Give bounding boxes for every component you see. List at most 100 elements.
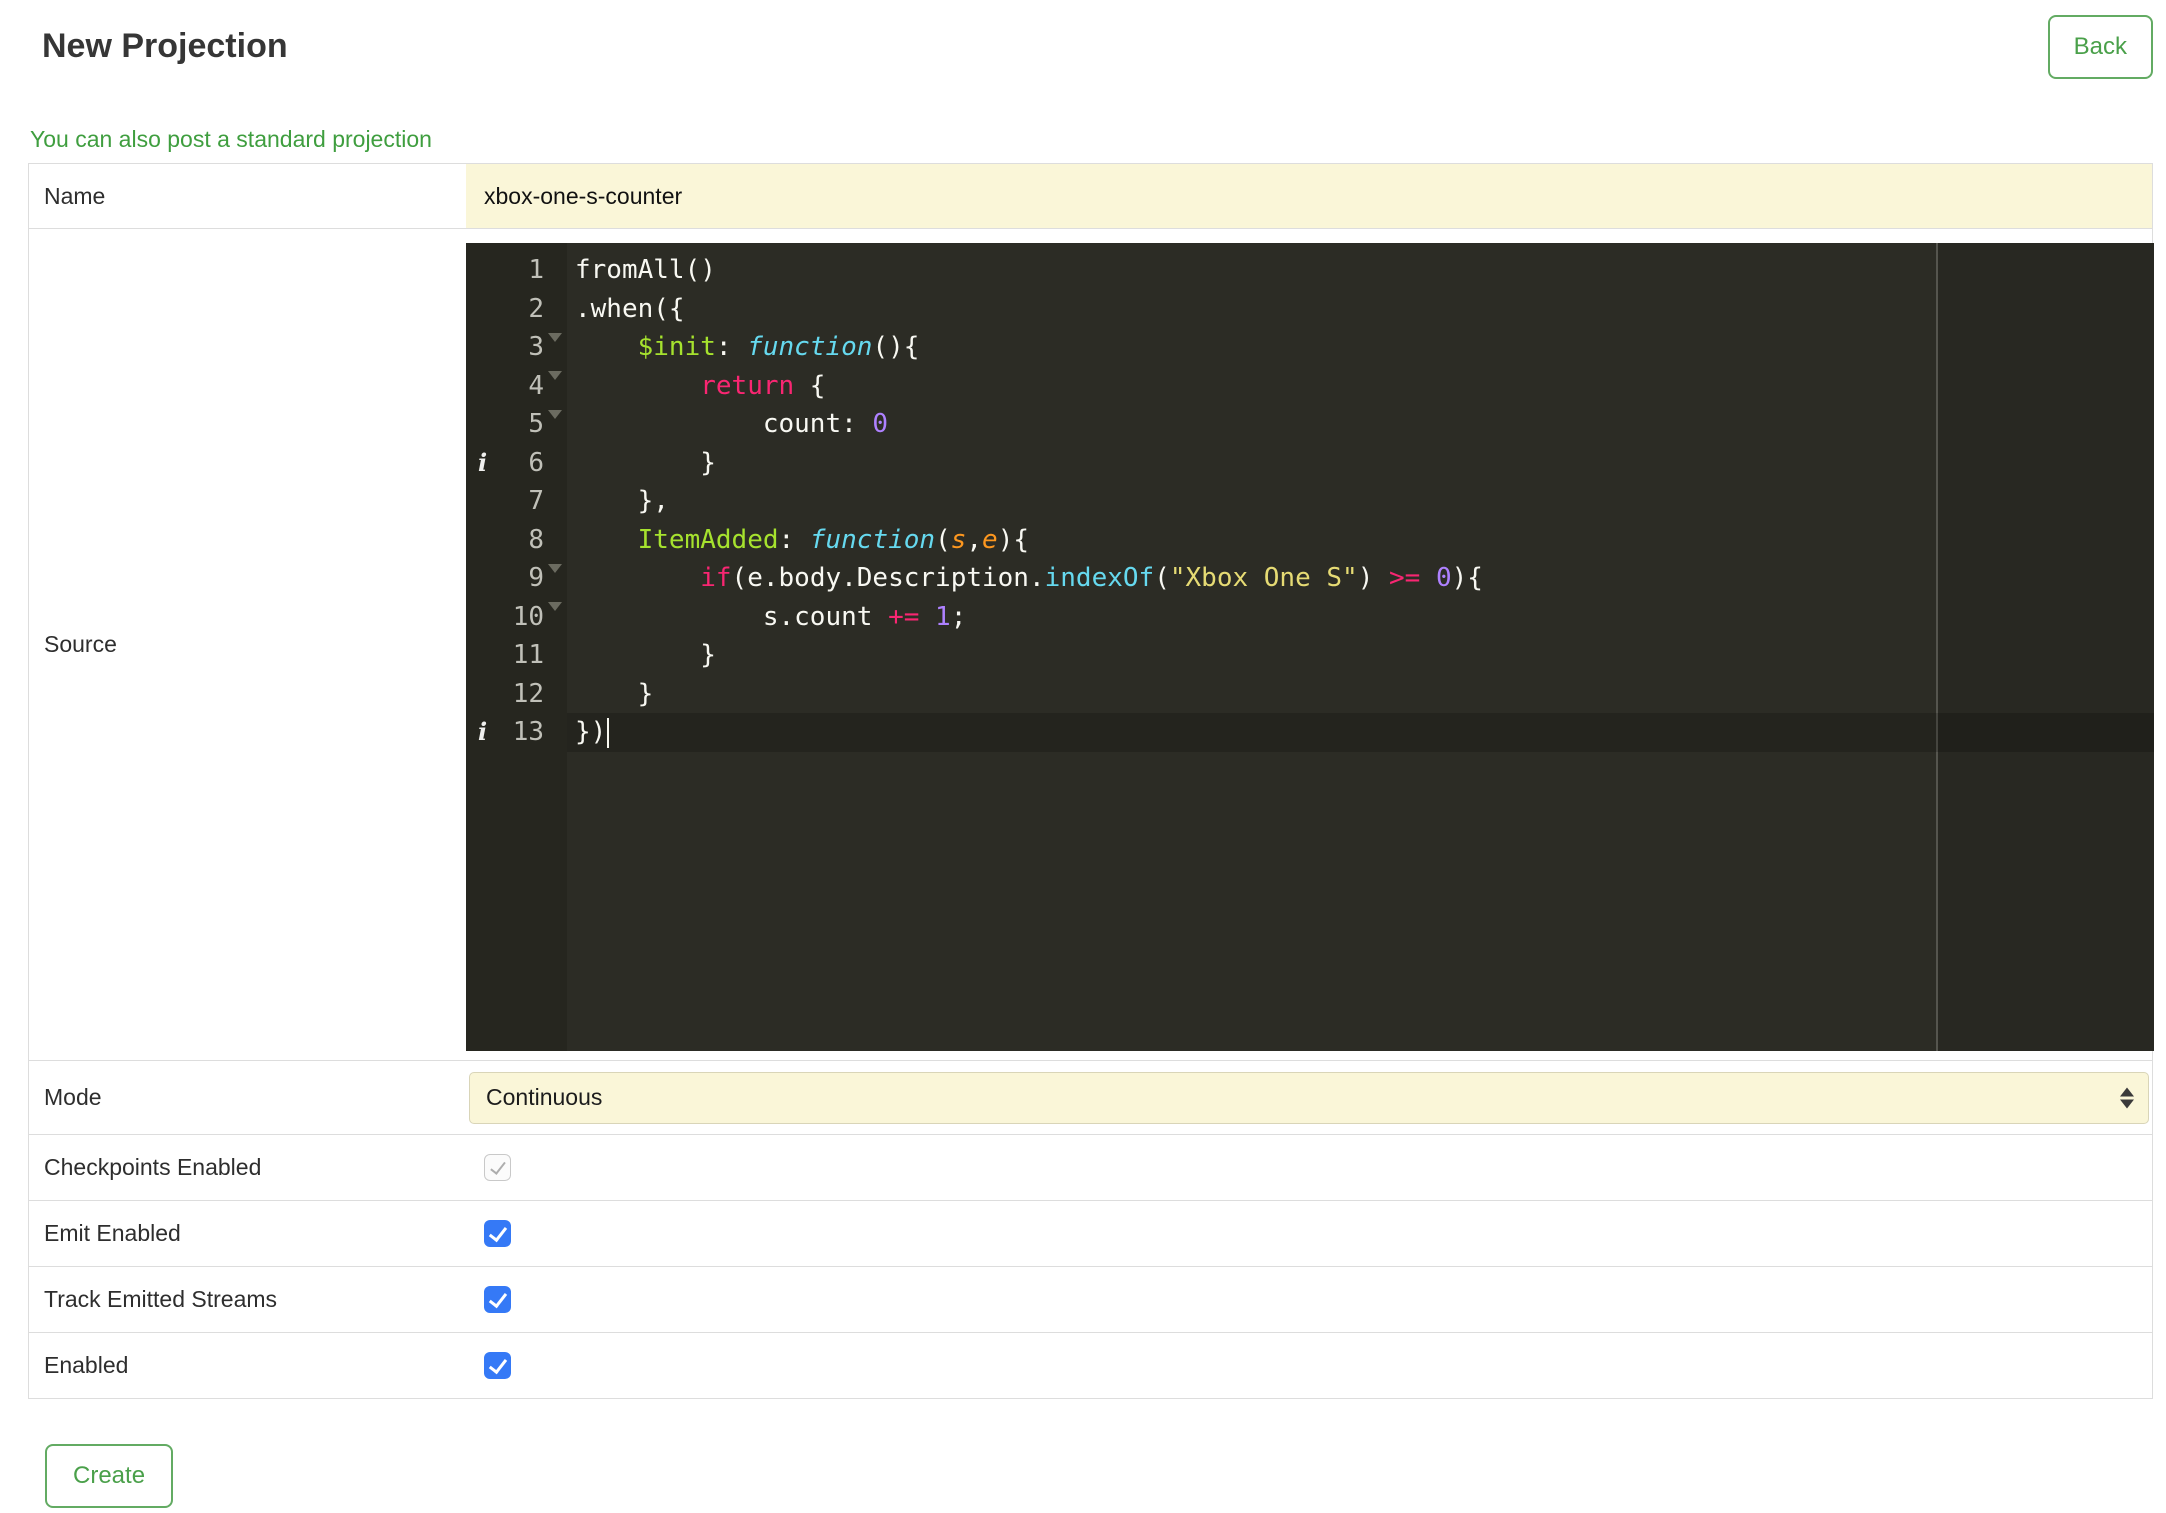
code-line: 10 s.count += 1; <box>466 598 2154 637</box>
code-line: 3 $init: function(){ <box>466 328 2154 380</box>
code-text: ItemAdded: function(s,e){ <box>567 521 2154 560</box>
code-token: return <box>700 370 795 401</box>
code-token: } <box>575 640 716 670</box>
info-icon: i <box>478 447 488 477</box>
line-number: 8 <box>528 524 544 555</box>
code-text: }, <box>567 482 2154 521</box>
code-text: } <box>567 444 2154 483</box>
code-token: ; <box>950 601 967 632</box>
enabled-checkbox[interactable] <box>484 1352 511 1379</box>
code-line: 8 ItemAdded: function(s,e){ <box>466 521 2154 573</box>
standard-projection-link[interactable]: You can also post a standard projection <box>30 126 432 153</box>
source-cell: 1 fromAll() 2 .when({3 $init: function(){4 … <box>466 229 2154 1060</box>
text-cursor <box>607 717 610 748</box>
code-line: 11 } <box>466 636 2154 675</box>
mode-selected-value: Continuous <box>486 1084 603 1110</box>
line-number: 9 <box>528 563 544 593</box>
line-gutter: 10 <box>466 598 567 637</box>
projection-form: Name Source 1 fromAll() 2 .when({3 $init: f… <box>28 163 2154 1399</box>
back-button[interactable]: Back <box>2047 15 2153 79</box>
code-token: , <box>966 524 983 555</box>
code-token: ){ <box>997 524 1029 555</box>
code-token: s <box>950 524 967 555</box>
code-token: }) <box>575 717 607 747</box>
code-text: return { <box>567 367 2154 406</box>
line-gutter: 7 <box>466 482 567 521</box>
code-token: ){ <box>1451 563 1483 593</box>
code-text: }) <box>567 713 2154 752</box>
code-text: if(e.body.Description.indexOf("Xbox One … <box>567 559 2154 598</box>
editor-lines: 1 fromAll() 2 .when({3 $init: function(){4 … <box>466 243 2154 752</box>
line-number: 5 <box>528 409 544 439</box>
code-token: fromAll() <box>575 255 716 285</box>
checkpoints-checkbox <box>484 1154 511 1181</box>
code-token: }, <box>575 486 669 516</box>
checkpoints-label: Checkpoints Enabled <box>44 1154 262 1180</box>
create-button[interactable]: Create <box>45 1444 174 1508</box>
line-gutter: 2 <box>466 290 567 342</box>
code-token: function <box>809 524 936 555</box>
code-text: $init: function(){ <box>567 328 2154 367</box>
line-number: 1 <box>528 255 544 285</box>
emit-checkbox[interactable] <box>484 1220 511 1247</box>
enabled-cell <box>466 1333 2152 1398</box>
code-token: ( <box>935 524 951 555</box>
code-token: s.count <box>575 601 889 632</box>
line-number: 2 <box>528 293 544 324</box>
name-label: Name <box>44 182 106 209</box>
code-token: : <box>778 524 810 555</box>
code-token: 0 <box>872 409 889 439</box>
code-line: i 13}) <box>466 713 2154 752</box>
code-token: } <box>575 447 716 478</box>
code-token: function <box>747 332 873 362</box>
line-gutter: 9 <box>466 559 567 611</box>
line-gutter: i 13 <box>466 713 567 752</box>
code-line: 4 return { <box>466 367 2154 419</box>
track-checkbox[interactable] <box>484 1286 511 1313</box>
code-token: : <box>715 332 748 362</box>
mode-select[interactable]: Continuous <box>469 1071 2149 1124</box>
code-token: (){ <box>872 332 920 362</box>
line-gutter: 1 <box>466 251 567 290</box>
code-token: .when({ <box>575 293 685 324</box>
form-row-enabled: Enabled <box>29 1332 2152 1398</box>
emit-label: Emit Enabled <box>44 1220 181 1246</box>
select-stepper-icon <box>2120 1087 2134 1108</box>
code-token: 1 <box>935 601 951 632</box>
mode-label: Mode <box>44 1084 102 1110</box>
form-row-mode: Mode Continuous <box>29 1060 2152 1134</box>
code-token: ) <box>1357 563 1390 593</box>
code-token: $init <box>637 332 716 362</box>
code-token: if <box>700 563 732 593</box>
code-token: e <box>982 524 998 555</box>
source-code-editor[interactable]: 1 fromAll() 2 .when({3 $init: function(){4 … <box>466 243 2154 1051</box>
code-token: >= <box>1389 563 1421 593</box>
line-gutter: 8 <box>466 521 567 573</box>
code-token: indexOf <box>1044 563 1155 593</box>
code-line: 1 fromAll() <box>466 251 2154 290</box>
line-gutter: 5 <box>466 405 567 444</box>
line-gutter: 12 <box>466 675 567 714</box>
line-number: 4 <box>528 370 544 401</box>
code-text: } <box>567 675 2154 714</box>
code-line: 7 }, <box>466 482 2154 521</box>
code-text: .when({ <box>567 290 2154 329</box>
line-gutter: 4 <box>466 367 567 419</box>
track-label: Track Emitted Streams <box>44 1286 278 1312</box>
page-title: New Projection <box>42 27 288 65</box>
line-gutter: i6 <box>466 444 567 483</box>
form-row-name: Name <box>29 164 2152 228</box>
code-text: count: 0 <box>567 405 2154 444</box>
mode-cell: Continuous <box>466 1061 2152 1134</box>
name-cell <box>466 164 2152 228</box>
line-number: 3 <box>528 332 544 362</box>
code-line: 9 if(e.body.Description.indexOf("Xbox On… <box>466 559 2154 611</box>
line-gutter: 3 <box>466 328 567 380</box>
emit-cell <box>466 1201 2152 1266</box>
code-token: ItemAdded <box>637 524 779 555</box>
name-input[interactable] <box>466 164 2152 228</box>
enabled-label: Enabled <box>44 1352 129 1378</box>
